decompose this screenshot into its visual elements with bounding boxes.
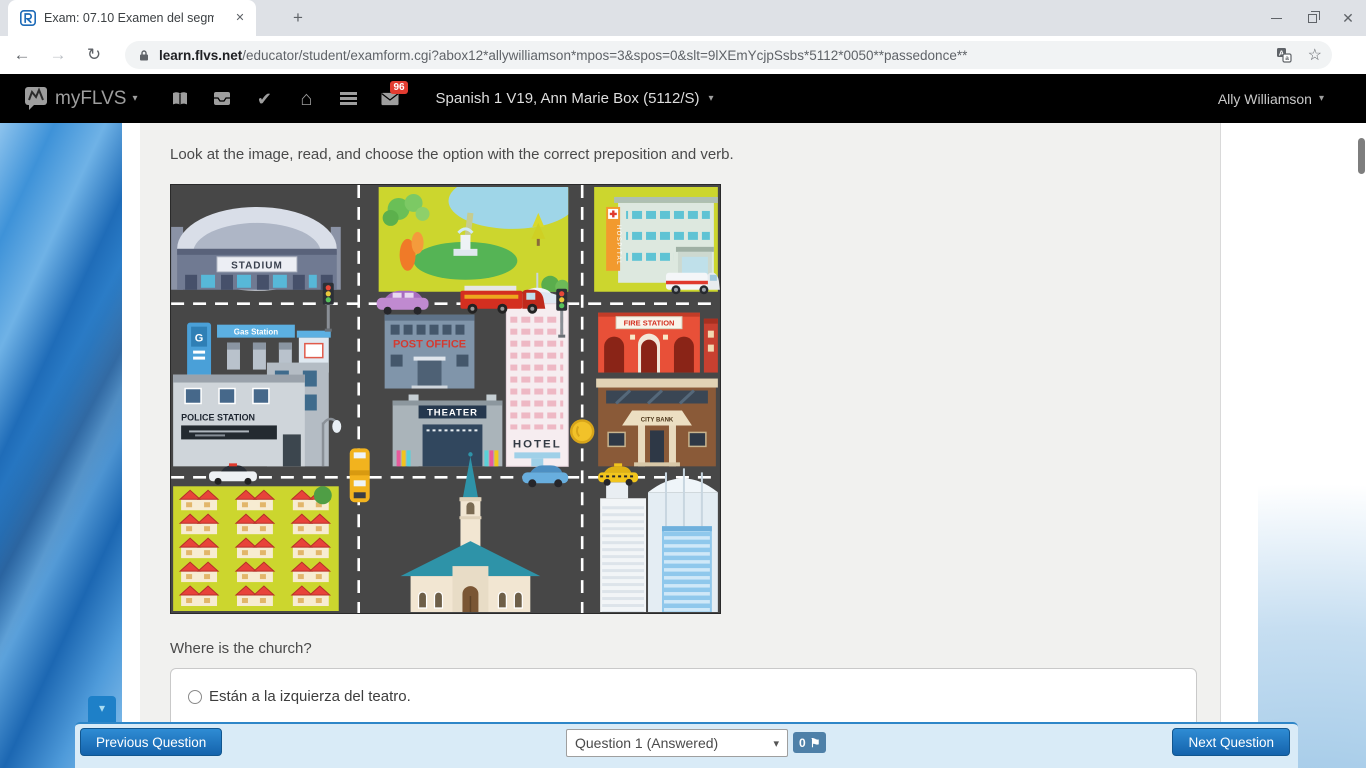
previous-question-button[interactable]: Previous Question (80, 728, 223, 756)
flag-count: 0 (799, 735, 806, 750)
url-path: /educator/student/examform.cgi?abox12*al… (242, 47, 968, 63)
forward-icon[interactable]: → (44, 45, 72, 65)
flvs-navbar: myFLVS ▾ ✔ ⌂ 96 Spanish 1 V19, Ann Marie… (0, 74, 1366, 123)
footer-collapse-tab[interactable]: ▾ (88, 696, 116, 722)
window-controls: ✕ (1258, 0, 1366, 36)
course-title-menu[interactable]: Spanish 1 V19, Ann Marie Box (5112/S) ▾ (435, 90, 713, 107)
hospital: HOSPITAL (606, 196, 720, 295)
navbar-icons: ✔ ⌂ 96 (171, 80, 408, 109)
svg-text:HOTEL: HOTEL (513, 438, 562, 450)
reload-icon[interactable]: ↻ (80, 45, 108, 65)
tab-title: Exam: 07.10 Examen del segmen (44, 11, 214, 25)
window-restore-button[interactable] (1294, 0, 1330, 36)
question-select[interactable]: Question 1 (Answered) ▾ (566, 729, 788, 757)
close-icon: ✕ (1342, 9, 1354, 26)
flag-count-chip[interactable]: 0 ⚑ (793, 732, 827, 753)
caret-down-icon: ▾ (708, 93, 714, 104)
mail-badge: 96 (390, 80, 408, 94)
flag-icon: ⚑ (809, 735, 821, 750)
inbox-tray-icon[interactable] (213, 90, 231, 108)
svg-text:CITY BANK: CITY BANK (641, 417, 674, 423)
minimize-icon (1270, 17, 1282, 19)
myflvs-logo-icon (25, 87, 47, 110)
flvs-favicon-icon (20, 10, 36, 26)
exam-footer-bar: Previous Question Question 1 (Answered) … (75, 722, 1298, 768)
select-chevron-icon: ▾ (773, 737, 779, 750)
office-towers (600, 468, 718, 613)
svg-text:STADIUM: STADIUM (231, 260, 283, 271)
padlock-icon (140, 49, 148, 60)
question-text: Where is the church? (170, 640, 312, 657)
translate-icon[interactable]: A a (1276, 47, 1292, 63)
url-omnibox[interactable]: learn.flvs.net/educator/student/examform… (125, 41, 1332, 69)
window-minimize-button[interactable] (1258, 0, 1294, 36)
theater: THEATER (392, 394, 503, 467)
myflvs-brand-label: myFLVS (55, 87, 127, 109)
url-domain: learn.flvs.net (159, 47, 243, 63)
user-menu[interactable]: Ally Williamson ▾ (1218, 91, 1324, 107)
svg-text:G: G (195, 333, 204, 345)
new-tab-button[interactable]: + (286, 7, 310, 31)
city-map-image: STADIUM G Gas Station POLICE STATION POS… (170, 184, 721, 614)
browser-address-bar: ← → ↻ learn.flvs.net/educator/student/ex… (0, 36, 1366, 97)
coin-marker (569, 419, 595, 444)
svg-text:Gas Station: Gas Station (234, 328, 278, 337)
check-icon[interactable]: ✔ (255, 90, 273, 108)
browser-tab-strip: Exam: 07.10 Examen del segmen ✕ + ✕ (0, 0, 1366, 36)
content-gutter: Look at the image, read, and choose the … (122, 123, 1258, 768)
tab-close-icon[interactable]: ✕ (232, 10, 248, 26)
blue-swoosh-wallpaper (0, 123, 122, 768)
bookmark-star-icon[interactable]: ☆ (1308, 45, 1322, 65)
school-bus (349, 448, 370, 503)
mail-icon[interactable]: 96 (381, 80, 408, 108)
courses-book-icon[interactable] (171, 90, 189, 108)
city-bank: CITY BANK (596, 378, 718, 467)
post-office: POST OFFICE (384, 314, 475, 389)
radio-button[interactable] (188, 689, 202, 704)
course-title: Spanish 1 V19, Ann Marie Box (5112/S) (435, 90, 700, 107)
svg-text:THEATER: THEATER (427, 407, 478, 418)
next-question-button[interactable]: Next Question (1172, 728, 1290, 756)
url-text: learn.flvs.net/educator/student/examform… (159, 48, 1268, 63)
exam-content-panel: Look at the image, read, and choose the … (140, 123, 1221, 768)
menu-list-icon[interactable] (339, 90, 357, 108)
city-map-illustration: STADIUM G Gas Station POLICE STATION POS… (171, 185, 720, 613)
question-select-value: Question 1 (Answered) (575, 735, 719, 751)
fire-station: FIRE STATION (598, 312, 718, 373)
svg-text:a: a (1285, 55, 1289, 62)
home-icon[interactable]: ⌂ (297, 89, 315, 109)
svg-text:HOSPITAL: HOSPITAL (615, 225, 621, 266)
park-block (378, 186, 569, 292)
answer-option[interactable]: Están a la izquierza del teatro. (171, 669, 1196, 705)
omnibox-actions: A a ☆ (1276, 45, 1322, 65)
back-icon[interactable]: ← (8, 45, 36, 65)
answer-option-label: Están a la izquierza del teatro. (209, 688, 411, 705)
caret-down-icon: ▾ (132, 93, 138, 104)
myflvs-menu[interactable]: myFLVS ▾ (24, 86, 137, 111)
caret-down-icon: ▾ (1318, 93, 1324, 104)
svg-text:POLICE STATION: POLICE STATION (181, 412, 255, 422)
svg-text:FIRE STATION: FIRE STATION (624, 319, 675, 328)
police-station: POLICE STATION (173, 362, 342, 467)
fire-truck (460, 285, 546, 314)
user-name: Ally Williamson (1217, 90, 1312, 107)
browser-tab[interactable]: Exam: 07.10 Examen del segmen ✕ (8, 0, 256, 36)
scrollbar-thumb[interactable] (1358, 138, 1365, 174)
question-prompt: Look at the image, read, and choose the … (170, 146, 734, 163)
restore-icon (1307, 10, 1320, 23)
svg-text:POST OFFICE: POST OFFICE (393, 339, 466, 351)
window-close-button[interactable]: ✕ (1330, 0, 1366, 36)
